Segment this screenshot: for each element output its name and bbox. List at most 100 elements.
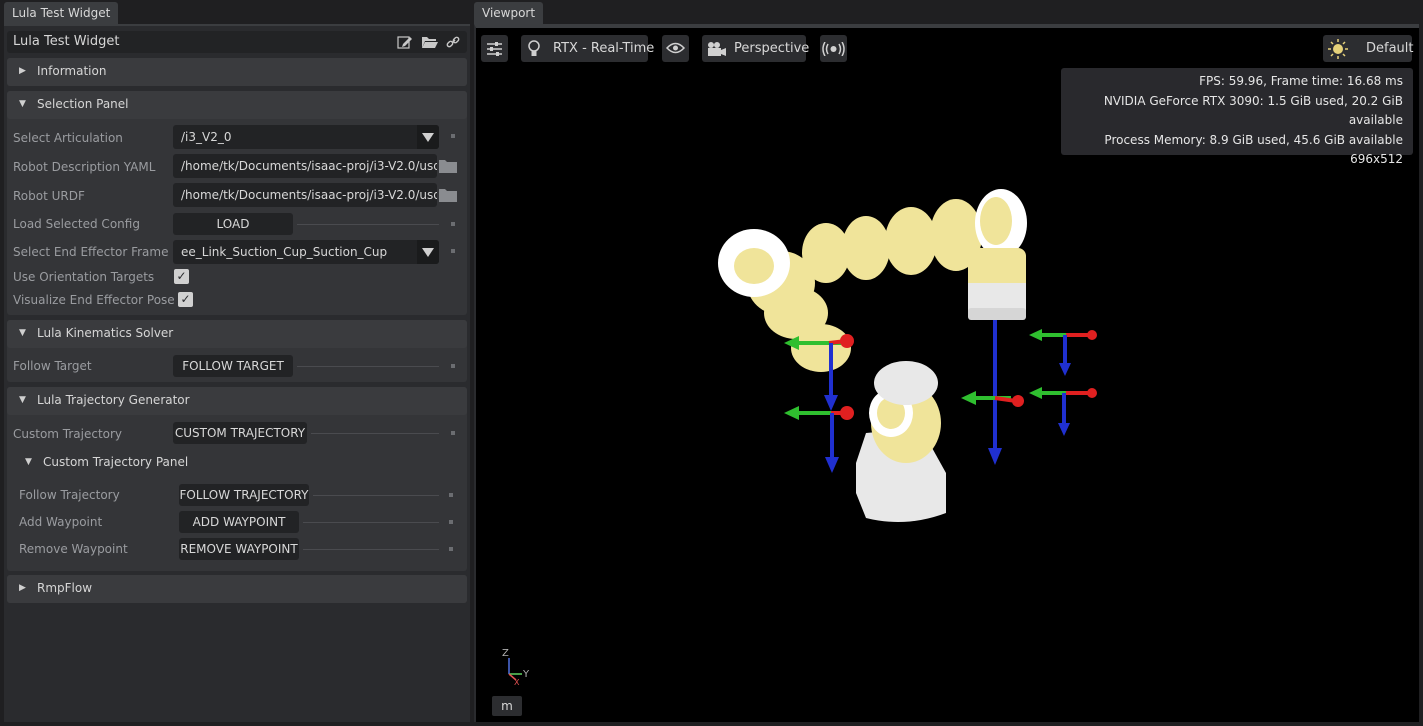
custom-trajectory-button[interactable]: CUSTOM TRAJECTORY bbox=[173, 422, 307, 444]
camera-icon bbox=[708, 42, 726, 56]
expanded-triangle-icon: ▼ bbox=[19, 328, 26, 338]
add-waypoint-button[interactable]: ADD WAYPOINT bbox=[179, 511, 299, 533]
expanded-triangle-icon: ▼ bbox=[25, 457, 32, 467]
lighting-button[interactable]: Default bbox=[1323, 35, 1414, 62]
rmpflow-header[interactable]: ▶ RmpFlow bbox=[7, 575, 467, 603]
axis-gizmo: Z Y X bbox=[496, 646, 536, 687]
information-header[interactable]: ▶ Information bbox=[7, 58, 467, 86]
selection-panel-title: Selection Panel bbox=[37, 97, 129, 111]
chevron-down-icon[interactable] bbox=[417, 240, 439, 264]
lighting-label: Default bbox=[1366, 41, 1414, 56]
settings-sliders-button[interactable] bbox=[481, 35, 508, 62]
visualize-ee-pose-checkbox[interactable]: ✓ bbox=[178, 292, 193, 307]
remove-waypoint-button[interactable]: REMOVE WAYPOINT bbox=[179, 538, 299, 560]
kinematics-header[interactable]: ▼ Lula Kinematics Solver bbox=[7, 320, 467, 348]
selection-panel-frame: ▼ Selection Panel Select Articulation /i… bbox=[7, 91, 467, 315]
viewport[interactable]: RTX - Real-Time Perspective Default FPS:… bbox=[474, 24, 1419, 722]
collapsed-triangle-icon: ▶ bbox=[19, 583, 26, 593]
custom-trajectory-panel-header[interactable]: ▼ Custom Trajectory Panel bbox=[13, 449, 461, 475]
broadcast-icon bbox=[822, 42, 845, 56]
remove-waypoint-label: Remove Waypoint bbox=[19, 542, 128, 556]
renderer-label: RTX - Real-Time bbox=[553, 41, 655, 56]
resolution-readout: 696x512 bbox=[1350, 152, 1403, 166]
select-articulation-label: Select Articulation bbox=[13, 131, 123, 145]
robot-urdf-label: Robot URDF bbox=[13, 189, 85, 203]
fps-readout: FPS: 59.96, Frame time: 16.68 ms bbox=[1199, 74, 1403, 88]
robot-yaml-field[interactable]: /home/tk/Documents/isaac-proj/i3-V2.0/us… bbox=[173, 154, 437, 178]
custom-trajectory-panel-title: Custom Trajectory Panel bbox=[43, 455, 189, 469]
follow-target-button[interactable]: FOLLOW TARGET bbox=[173, 355, 293, 377]
load-config-label: Load Selected Config bbox=[13, 217, 140, 231]
follow-trajectory-button[interactable]: FOLLOW TRAJECTORY bbox=[179, 484, 309, 506]
reset-marker bbox=[449, 493, 453, 497]
camera-label: Perspective bbox=[734, 41, 810, 56]
select-articulation-combo[interactable]: /i3_V2_0 bbox=[173, 125, 439, 149]
rmpflow-frame: ▶ RmpFlow bbox=[7, 575, 467, 603]
rmpflow-title: RmpFlow bbox=[37, 581, 93, 595]
robot-urdf-value: /home/tk/Documents/isaac-proj/i3-V2.0/us… bbox=[181, 188, 437, 202]
sliders-icon bbox=[487, 42, 502, 56]
divider-line bbox=[303, 549, 439, 550]
custom-trajectory-panel: ▼ Custom Trajectory Panel Follow Traject… bbox=[13, 449, 461, 567]
divider-line bbox=[297, 224, 439, 225]
tab-lula-test-widget[interactable]: Lula Test Widget bbox=[4, 2, 119, 24]
robot-yaml-label: Robot Description YAML bbox=[13, 160, 156, 174]
reset-marker bbox=[451, 222, 455, 226]
information-title: Information bbox=[37, 64, 107, 78]
folder-icon[interactable] bbox=[439, 159, 457, 173]
follow-target-label: Follow Target bbox=[13, 359, 92, 373]
custom-trajectory-label: Custom Trajectory bbox=[13, 427, 123, 441]
link-icon[interactable] bbox=[445, 35, 461, 49]
visualize-ee-pose-label: Visualize End Effector Pose bbox=[13, 293, 175, 307]
ee-frame-combo[interactable]: ee_Link_Suction_Cup_Suction_Cup bbox=[173, 240, 439, 264]
eye-icon bbox=[666, 42, 685, 54]
unit-indicator[interactable]: m bbox=[492, 696, 522, 716]
window-title: Lula Test Widget bbox=[13, 34, 120, 49]
expanded-triangle-icon: ▼ bbox=[19, 395, 26, 405]
reset-marker bbox=[449, 547, 453, 551]
trajectory-header[interactable]: ▼ Lula Trajectory Generator bbox=[7, 387, 467, 415]
camera-button[interactable]: Perspective bbox=[702, 35, 810, 62]
left-panel: Lula Test Widget Lula Test Widget ▶ Info… bbox=[0, 0, 470, 726]
axis-z-label: Z bbox=[502, 648, 509, 659]
visibility-button[interactable] bbox=[662, 35, 689, 62]
ee-frame-value: ee_Link_Suction_Cup_Suction_Cup bbox=[181, 245, 388, 259]
selection-panel-header[interactable]: ▼ Selection Panel bbox=[7, 91, 467, 119]
trajectory-title: Lula Trajectory Generator bbox=[37, 393, 190, 407]
renderer-button[interactable]: RTX - Real-Time bbox=[521, 35, 654, 62]
add-waypoint-label: Add Waypoint bbox=[19, 515, 103, 529]
reset-marker bbox=[451, 134, 455, 138]
tab-viewport[interactable]: Viewport bbox=[474, 2, 544, 24]
window-title-bar: Lula Test Widget bbox=[7, 31, 467, 53]
axis-y-label: Y bbox=[522, 669, 530, 680]
divider-line bbox=[311, 433, 439, 434]
select-articulation-value: /i3_V2_0 bbox=[181, 130, 232, 144]
divider-line bbox=[313, 495, 439, 496]
kinematics-frame: ▼ Lula Kinematics Solver Follow Target F… bbox=[7, 320, 467, 382]
suction-cup bbox=[968, 308, 1026, 320]
expanded-triangle-icon: ▼ bbox=[19, 99, 26, 109]
collapsed-triangle-icon: ▶ bbox=[19, 66, 26, 76]
gpu-readout: NVIDIA GeForce RTX 3090: 1.5 GiB used, 2… bbox=[1103, 93, 1403, 128]
axis-x-label: X bbox=[514, 678, 520, 686]
folder-icon[interactable] bbox=[439, 188, 457, 202]
robot-urdf-field[interactable]: /home/tk/Documents/isaac-proj/i3-V2.0/us… bbox=[173, 183, 437, 207]
information-frame: ▶ Information bbox=[7, 58, 467, 86]
folder-open-icon[interactable] bbox=[421, 35, 438, 49]
trajectory-frame: ▼ Lula Trajectory Generator Custom Traje… bbox=[7, 387, 467, 571]
kinematics-title: Lula Kinematics Solver bbox=[37, 326, 174, 340]
broadcast-button[interactable] bbox=[820, 35, 847, 62]
lightbulb-icon bbox=[528, 40, 540, 56]
stats-overlay: FPS: 59.96, Frame time: 16.68 ms NVIDIA … bbox=[1061, 68, 1413, 166]
orientation-targets-label: Use Orientation Targets bbox=[13, 270, 155, 284]
load-button[interactable]: LOAD bbox=[173, 213, 293, 235]
robot-scene[interactable] bbox=[706, 173, 1126, 533]
chevron-down-icon[interactable] bbox=[417, 125, 439, 149]
edit-icon[interactable] bbox=[397, 35, 413, 49]
reset-marker bbox=[451, 431, 455, 435]
ee-frame-label: Select End Effector Frame bbox=[13, 245, 169, 259]
orientation-targets-checkbox[interactable]: ✓ bbox=[174, 269, 189, 284]
follow-trajectory-label: Follow Trajectory bbox=[19, 488, 120, 502]
robot-yaml-value: /home/tk/Documents/isaac-proj/i3-V2.0/us… bbox=[181, 159, 437, 173]
reset-marker bbox=[451, 364, 455, 368]
